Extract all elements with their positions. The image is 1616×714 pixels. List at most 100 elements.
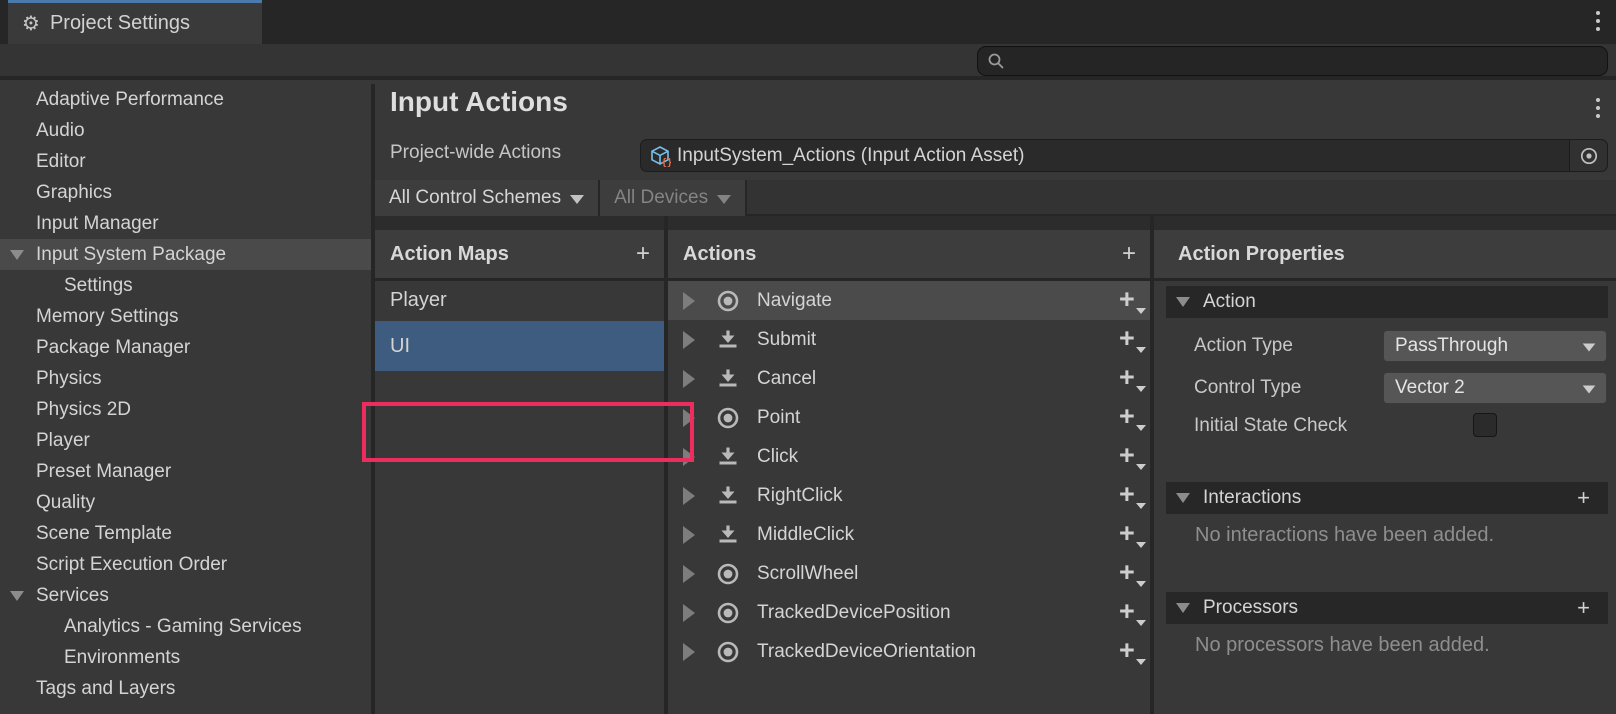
button-action-icon [715,483,741,509]
foldout-collapsed-icon[interactable] [683,448,695,466]
initial-state-check-checkbox[interactable] [1473,413,1497,437]
sidebar-item-adaptive-performance[interactable]: Adaptive Performance [0,84,371,115]
sidebar-item-services[interactable]: Services [0,580,371,611]
foldout-open-icon[interactable] [10,591,24,601]
interactions-section-header[interactable]: Interactions + [1166,482,1608,514]
foldout-collapsed-icon[interactable] [683,643,695,661]
action-row-cancel[interactable]: Cancel + [668,359,1150,398]
add-binding-button[interactable]: + [1119,365,1145,393]
add-binding-button[interactable]: + [1119,638,1145,666]
control-type-value: Vector 2 [1395,377,1465,399]
action-row-trackeddeviceorientation[interactable]: TrackedDeviceOrientation + [668,632,1150,671]
foldout-collapsed-icon[interactable] [683,487,695,505]
action-map-list: Player UI [375,281,664,371]
foldout-collapsed-icon[interactable] [683,331,695,349]
project-settings-window: ⚙︎ Project Settings Adaptive Performance… [0,0,1616,714]
foldout-open-icon[interactable] [10,250,24,260]
devices-dropdown[interactable]: All Devices [600,180,747,216]
action-row-trackeddeviceposition[interactable]: TrackedDevicePosition + [668,593,1150,632]
processors-empty-text: No processors have been added. [1195,634,1490,657]
add-action-map-button[interactable]: + [636,242,650,266]
foldout-collapsed-icon[interactable] [683,292,695,310]
control-type-dropdown[interactable]: Vector 2 [1383,372,1607,404]
sidebar-item-label: Input Manager [36,213,159,235]
foldout-collapsed-icon[interactable] [683,526,695,544]
add-interaction-button[interactable]: + [1577,485,1590,511]
svg-text:{}: {} [661,157,671,167]
add-binding-button[interactable]: + [1119,560,1145,588]
sidebar-item-player[interactable]: Player [0,425,371,456]
add-binding-button[interactable]: + [1119,521,1145,549]
action-row-scrollwheel[interactable]: ScrollWheel + [668,554,1150,593]
object-picker-button[interactable] [1569,140,1607,171]
sidebar-item-input-manager[interactable]: Input Manager [0,208,371,239]
add-binding-button[interactable]: + [1119,443,1145,471]
action-label: Submit [757,329,1150,351]
processors-section-header[interactable]: Processors + [1166,592,1608,624]
foldout-collapsed-icon[interactable] [683,604,695,622]
tab-project-settings[interactable]: ⚙︎ Project Settings [8,0,262,44]
sidebar-item-tags-and-layers[interactable]: Tags and Layers [0,673,371,704]
sidebar-item-scene-template[interactable]: Scene Template [0,518,371,549]
chevron-down-icon [1583,385,1596,393]
sidebar-item-analytics-gaming-services[interactable]: Analytics - Gaming Services [0,611,371,642]
sidebar-item-package-manager[interactable]: Package Manager [0,332,371,363]
sidebar-item-label: Scene Template [36,523,172,545]
foldout-collapsed-icon[interactable] [683,370,695,388]
sidebar-item-editor[interactable]: Editor [0,146,371,177]
sidebar-item-label: Memory Settings [36,306,179,328]
add-binding-button[interactable]: + [1119,599,1145,627]
foldout-collapsed-icon[interactable] [683,409,695,427]
panel-kebab-menu-icon[interactable] [1596,98,1600,118]
sidebar-item-graphics[interactable]: Graphics [0,177,371,208]
input-action-asset-field[interactable]: {} InputSystem_Actions (Input Action Ass… [640,139,1608,172]
add-binding-button[interactable]: + [1119,287,1145,315]
scheme-toolbar: All Control Schemes All Devices [375,180,1616,216]
action-map-row-player[interactable]: Player [375,281,664,320]
sidebar-item-preset-manager[interactable]: Preset Manager [0,456,371,487]
processors-section-title: Processors [1203,597,1298,619]
action-row-point[interactable]: Point + [668,398,1150,437]
foldout-collapsed-icon[interactable] [683,565,695,583]
sidebar-item-environments[interactable]: Environments [0,642,371,673]
chevron-down-icon [1136,464,1146,470]
sidebar-item-quality[interactable]: Quality [0,487,371,518]
sidebar-item-audio[interactable]: Audio [0,115,371,146]
action-section-header[interactable]: Action [1166,286,1608,318]
actions-title: Actions [683,243,756,266]
add-processor-button[interactable]: + [1577,595,1590,621]
add-binding-button[interactable]: + [1119,326,1145,354]
window-kebab-menu-icon[interactable] [1596,11,1600,31]
add-binding-button[interactable]: + [1119,404,1145,432]
search-box[interactable] [977,46,1608,76]
sidebar-item-label: Tags and Layers [36,678,175,700]
sidebar-item-label: Quality [36,492,95,514]
foldout-open-icon [1176,493,1190,503]
sidebar-item-physics-2d[interactable]: Physics 2D [0,394,371,425]
search-input[interactable] [1013,52,1573,70]
action-type-value: PassThrough [1395,335,1508,357]
action-label: RightClick [757,485,1150,507]
action-row-submit[interactable]: Submit + [668,320,1150,359]
action-row-rightclick[interactable]: RightClick + [668,476,1150,515]
action-label: Point [757,407,1150,429]
chevron-down-icon [717,195,731,204]
sidebar-item-input-system-package[interactable]: Input System Package [0,239,371,270]
chevron-down-icon [1136,542,1146,548]
action-map-row-ui[interactable]: UI [375,321,664,371]
action-row-click[interactable]: Click + [668,437,1150,476]
button-action-icon [715,444,741,470]
sidebar-item-script-execution-order[interactable]: Script Execution Order [0,549,371,580]
sidebar-item-memory-settings[interactable]: Memory Settings [0,301,371,332]
action-row-navigate[interactable]: Navigate + [668,281,1150,320]
devices-label: All Devices [614,187,708,209]
tab-bar: ⚙︎ Project Settings [0,0,1616,44]
sidebar-item-physics[interactable]: Physics [0,363,371,394]
action-type-label: Action Type [1194,330,1293,362]
add-action-button[interactable]: + [1122,242,1136,266]
action-type-dropdown[interactable]: PassThrough [1383,330,1607,362]
action-row-middleclick[interactable]: MiddleClick + [668,515,1150,554]
sidebar-item-settings[interactable]: Settings [0,270,371,301]
add-binding-button[interactable]: + [1119,482,1145,510]
control-schemes-dropdown[interactable]: All Control Schemes [375,180,600,216]
